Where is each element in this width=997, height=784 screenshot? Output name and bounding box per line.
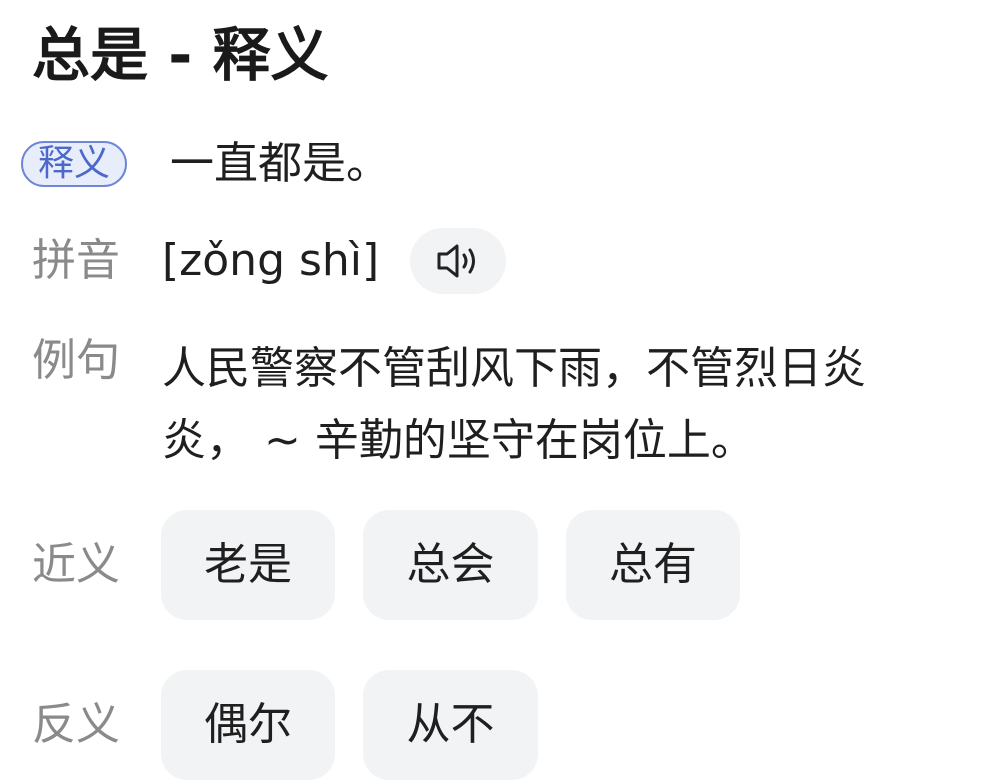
antonym-chip[interactable]: 从不 — [363, 670, 538, 780]
synonym-chip[interactable]: 总有 — [566, 510, 740, 620]
definition-text: 一直都是。 — [170, 138, 390, 189]
synonyms-label: 近义 — [32, 539, 120, 590]
speaker-icon — [435, 241, 481, 281]
antonyms-label: 反义 — [32, 699, 120, 750]
page-title: 总是 - 释义 — [32, 21, 329, 89]
definition-tag: 释义 — [21, 141, 127, 187]
pinyin-value: [zǒng shì] — [162, 235, 380, 286]
pinyin-label: 拼音 — [32, 235, 120, 286]
antonym-chip[interactable]: 偶尔 — [161, 670, 335, 780]
synonym-chip[interactable]: 总会 — [363, 510, 538, 620]
play-pronunciation-button[interactable] — [410, 228, 506, 294]
example-sentence: 人民警察不管刮风下雨，不管烈日炎炎， ~ 辛勤的坚守在岗位上。 — [162, 343, 866, 466]
synonym-chip[interactable]: 老是 — [161, 510, 335, 620]
example-label: 例句 — [32, 335, 120, 386]
